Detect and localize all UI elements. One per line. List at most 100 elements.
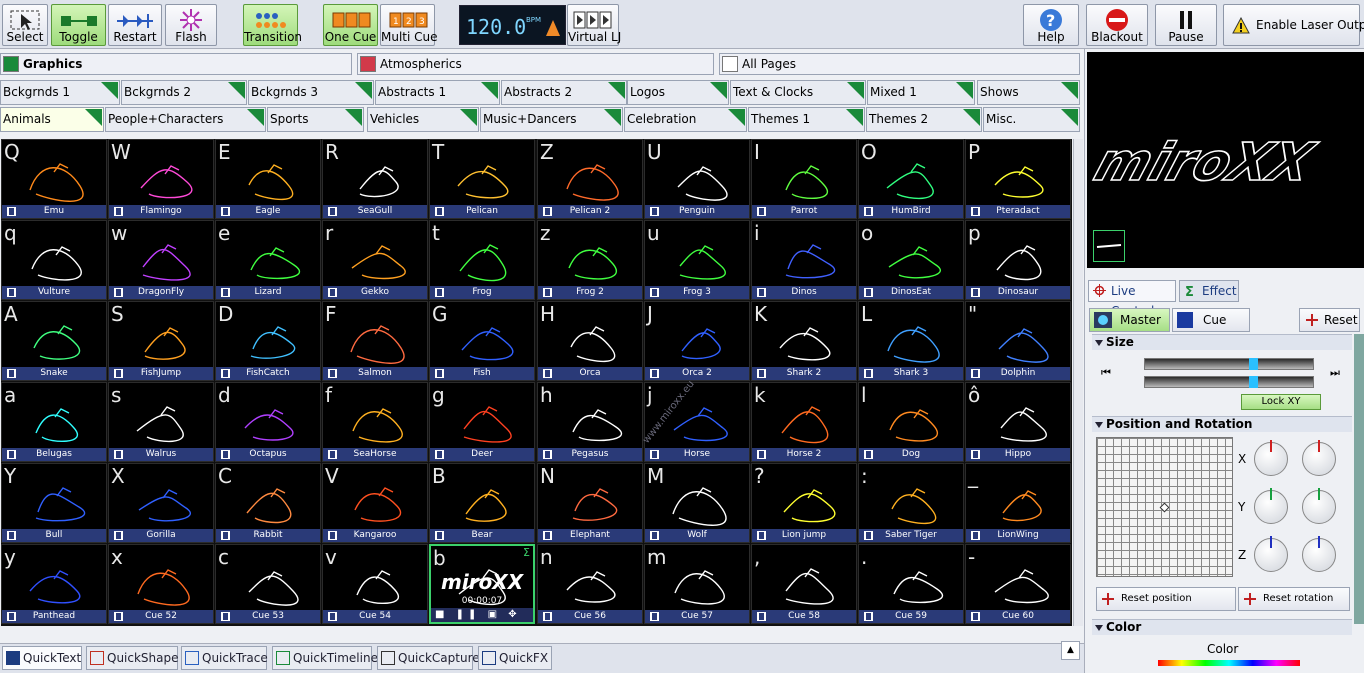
tab-bckgrnds-3[interactable]: Bckgrnds 3 (248, 80, 374, 105)
cue-cell-eagle[interactable]: E Eagle (215, 139, 321, 219)
tab-quickshape[interactable]: QuickShape (86, 646, 179, 670)
cue-cell-orca[interactable]: H Orca (537, 301, 643, 381)
cue-cell-flamingo[interactable]: W Flamingo (108, 139, 214, 219)
cue-cell-cue-54[interactable]: v Cue 54 (322, 544, 428, 624)
tab-vehicles[interactable]: Vehicles (367, 107, 479, 132)
virtual-lj-button[interactable]: Virtual LJ (567, 4, 621, 46)
tab-effect[interactable]: Σ Effect (1179, 280, 1239, 302)
tab-mixed-1[interactable]: Mixed 1 (867, 80, 975, 105)
right-panel-scrollbar[interactable] (1354, 334, 1364, 624)
tab-shows[interactable]: Shows (977, 80, 1080, 105)
cue-cell-dog[interactable]: l Dog (858, 382, 964, 462)
cue-cell-dinosaur[interactable]: p Dinosaur (965, 220, 1071, 300)
pause-button[interactable]: Pause (1155, 4, 1217, 46)
cue-cell-seahorse[interactable]: f SeaHorse (322, 382, 428, 462)
tab-abstracts-2[interactable]: Abstracts 2 (501, 80, 627, 105)
cue-cell-elephant[interactable]: N Elephant (537, 463, 643, 543)
tab-text-clocks[interactable]: Text & Clocks (730, 80, 866, 105)
reset-rotation-button[interactable]: Reset rotation (1238, 587, 1350, 611)
cue-cell-cue-57[interactable]: m Cue 57 (644, 544, 750, 624)
cue-cell-shark-3[interactable]: L Shark 3 (858, 301, 964, 381)
cue-cell-cue-58[interactable]: , Cue 58 (751, 544, 857, 624)
y-position-knob[interactable] (1302, 488, 1336, 524)
cue-cell-gekko[interactable]: r Gekko (322, 220, 428, 300)
cue-cell-horse-2[interactable]: k Horse 2 (751, 382, 857, 462)
tab-celebration[interactable]: Celebration (624, 107, 747, 132)
cue-button[interactable]: Cue (1172, 308, 1250, 332)
preview-thumbnail[interactable] (1093, 230, 1125, 262)
tab-bckgrnds-2[interactable]: Bckgrnds 2 (121, 80, 247, 105)
cue-cell-pelican[interactable]: T Pelican (429, 139, 535, 219)
select-button[interactable]: Select (2, 4, 48, 46)
cue-cell-orca-2[interactable]: J Orca 2 (644, 301, 750, 381)
restart-button[interactable]: Restart (108, 4, 162, 46)
cue-cell-shark-2[interactable]: K Shark 2 (751, 301, 857, 381)
tab-quickcapture[interactable]: QuickCapture (377, 646, 480, 670)
cue-cell-wolf[interactable]: M Wolf (644, 463, 750, 543)
cue-cell-snake[interactable]: A Snake (1, 301, 107, 381)
page-atmospherics[interactable]: Atmospherics (357, 53, 714, 75)
size-section-header[interactable]: Size (1092, 334, 1352, 350)
multi-cue-button[interactable]: 123 Multi Cue (380, 4, 438, 46)
y-rotation-knob[interactable] (1254, 488, 1288, 524)
z-position-knob[interactable] (1302, 536, 1336, 572)
z-rotation-knob[interactable] (1254, 536, 1288, 572)
cue-cell-dolphin[interactable]: " Dolphin (965, 301, 1071, 381)
color-spectrum-slider[interactable] (1158, 660, 1300, 666)
position-pad[interactable] (1096, 437, 1233, 577)
tab-abstracts-1[interactable]: Abstracts 1 (375, 80, 500, 105)
color-section-header[interactable]: Color (1092, 619, 1352, 635)
tab-quicktrace[interactable]: QuickTrace (181, 646, 268, 670)
cue-cell-dinoseat[interactable]: o DinosEat (858, 220, 964, 300)
size-prev-icon[interactable]: ⏮ (1101, 366, 1111, 380)
tab-themes-2[interactable]: Themes 2 (866, 107, 982, 132)
tab-sports[interactable]: Sports (267, 107, 364, 132)
tab-people-characters[interactable]: People+Characters (105, 107, 266, 132)
page-graphics[interactable]: Graphics (0, 53, 352, 75)
cue-cell-kangaroo[interactable]: V Kangaroo (322, 463, 428, 543)
toggle-button[interactable]: Toggle (51, 4, 106, 46)
master-button[interactable]: Master (1089, 308, 1170, 332)
cue-cell-rabbit[interactable]: C Rabbit (215, 463, 321, 543)
cue-cell-cue-52[interactable]: x Cue 52 (108, 544, 214, 624)
cue-cell-dragonfly[interactable]: w DragonFly (108, 220, 214, 300)
slider-thumb[interactable] (1249, 376, 1258, 388)
cue-cell-vulture[interactable]: q Vulture (1, 220, 107, 300)
collapse-button[interactable]: ▲ (1061, 641, 1080, 660)
transition-button[interactable]: Transition (243, 4, 302, 46)
cue-grid-scrollbar[interactable] (1073, 139, 1083, 626)
size-x-slider[interactable] (1144, 358, 1314, 370)
page-all-pages[interactable]: All Pages (719, 53, 1080, 75)
cue-cell-cue-60[interactable]: - Cue 60 (965, 544, 1071, 624)
cue-cell-lion-jump[interactable]: ? Lion jump (751, 463, 857, 543)
cue-cell-bull[interactable]: Y Bull (1, 463, 107, 543)
cue-cell-fishjump[interactable]: S FishJump (108, 301, 214, 381)
cue-cell-frog-3[interactable]: u Frog 3 (644, 220, 750, 300)
cue-cell-active[interactable]: bmiroXX00:00:07Σ■ ❚❚ ▣ ✥ ↻ ⊕ (429, 544, 535, 624)
cue-cell-lizard[interactable]: e Lizard (215, 220, 321, 300)
cue-cell-pelican-2[interactable]: Z Pelican 2 (537, 139, 643, 219)
cue-cell-saber-tiger[interactable]: : Saber Tiger (858, 463, 964, 543)
tab-misc-[interactable]: Misc. (983, 107, 1080, 132)
cue-cell-cue-59[interactable]: . Cue 59 (858, 544, 964, 624)
cue-cell-emu[interactable]: Q Emu (1, 139, 107, 219)
cue-cell-pegasus[interactable]: h Pegasus (537, 382, 643, 462)
bpm-display[interactable]: 120.0 BPM (459, 5, 566, 45)
flash-button[interactable]: Flash (165, 4, 217, 46)
x-position-knob[interactable] (1302, 440, 1336, 476)
cue-cell-seagull[interactable]: R SeaGull (322, 139, 428, 219)
position-rotation-section-header[interactable]: Position and Rotation (1092, 416, 1352, 432)
blackout-button[interactable]: Blackout (1086, 4, 1148, 46)
cue-transport-controls[interactable]: ■ ❚❚ ▣ ✥ ↻ ⊕ (431, 608, 533, 622)
position-handle[interactable] (1159, 502, 1170, 513)
size-next-icon[interactable]: ⏭ (1330, 366, 1340, 380)
cue-cell-cue-53[interactable]: c Cue 53 (215, 544, 321, 624)
cue-cell-cue-56[interactable]: n Cue 56 (537, 544, 643, 624)
tab-logos[interactable]: Logos (627, 80, 729, 105)
cue-cell-belugas[interactable]: a Belugas (1, 382, 107, 462)
tab-quicktext[interactable]: QuickText (2, 646, 82, 670)
tab-themes-1[interactable]: Themes 1 (748, 107, 865, 132)
tab-live-control[interactable]: Live Control (1088, 280, 1176, 318)
cue-cell-fishcatch[interactable]: D FishCatch (215, 301, 321, 381)
reset-position-button[interactable]: Reset position (1096, 587, 1236, 611)
